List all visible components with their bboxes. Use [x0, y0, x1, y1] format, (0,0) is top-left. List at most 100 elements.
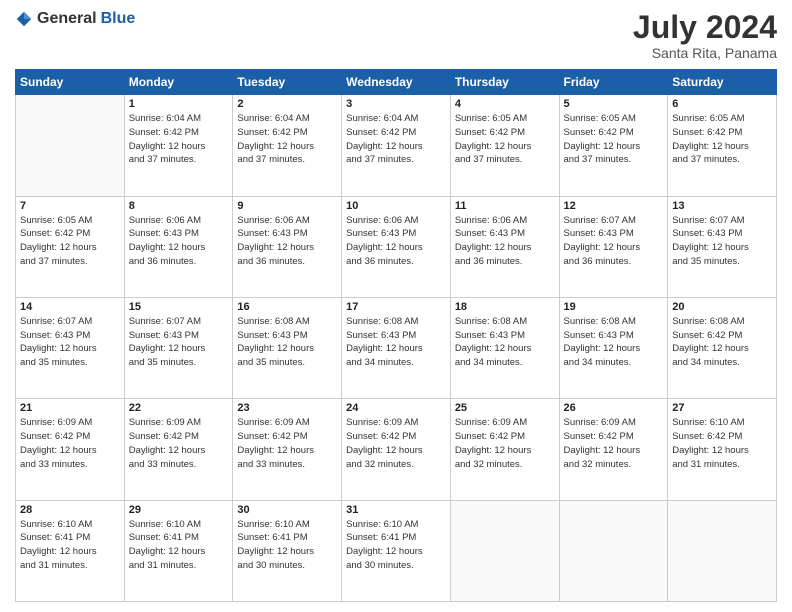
day-info: Sunrise: 6:08 AMSunset: 6:42 PMDaylight:…	[672, 315, 772, 370]
calendar-cell: 3Sunrise: 6:04 AMSunset: 6:42 PMDaylight…	[342, 95, 451, 196]
day-number: 10	[346, 200, 446, 212]
calendar-cell: 31 Sunrise: 6:10 AMSunset: 6:41 PMDayligh…	[342, 500, 451, 601]
day-number: 31	[346, 504, 446, 516]
day-info: Sunrise: 6:10 AMSunset: 6:41 PMDaylight:…	[20, 518, 120, 573]
calendar-cell: 23 Sunrise: 6:09 AMSunset: 6:42 PMDayligh…	[233, 399, 342, 500]
calendar-cell: 2 Sunrise: 6:04 AMSunset: 6:42 PMDaylight…	[233, 95, 342, 196]
day-number: 9	[237, 200, 337, 212]
day-number: 4	[455, 98, 555, 110]
day-info: Sunrise: 6:10 AMSunset: 6:41 PMDaylight:…	[237, 518, 337, 573]
logo-general: General	[37, 10, 97, 28]
day-info: Sunrise: 6:06 AMSunset: 6:43 PMDaylight:…	[455, 214, 555, 269]
day-info: Sunrise: 6:08 AMSunset: 6:43 PMDaylight:…	[564, 315, 664, 370]
day-number: 1	[129, 98, 229, 110]
day-info: Sunrise: 6:09 AMSunset: 6:42 PMDaylight:…	[20, 416, 120, 471]
day-number: 18	[455, 301, 555, 313]
day-number: 2	[237, 98, 337, 110]
calendar-cell	[559, 500, 668, 601]
calendar-cell: 29 Sunrise: 6:10 AMSunset: 6:41 PMDayligh…	[124, 500, 233, 601]
calendar-cell: 10 Sunrise: 6:06 AMSunset: 6:43 PMDayligh…	[342, 196, 451, 297]
calendar-cell: 11 Sunrise: 6:06 AMSunset: 6:43 PMDayligh…	[450, 196, 559, 297]
day-number: 24	[346, 402, 446, 414]
day-header-thursday: Thursday	[450, 70, 559, 95]
calendar-cell	[668, 500, 777, 601]
day-info: Sunrise: 6:09 AMSunset: 6:42 PMDaylight:…	[129, 416, 229, 471]
day-number: 28	[20, 504, 120, 516]
day-number: 14	[20, 301, 120, 313]
calendar-cell: 27Sunrise: 6:10 AMSunset: 6:42 PMDayligh…	[668, 399, 777, 500]
day-info: Sunrise: 6:05 AMSunset: 6:42 PMDaylight:…	[564, 112, 664, 167]
day-info: Sunrise: 6:05 AMSunset: 6:42 PMDaylight:…	[672, 112, 772, 167]
day-info: Sunrise: 6:10 AMSunset: 6:42 PMDaylight:…	[672, 416, 772, 471]
day-header-friday: Friday	[559, 70, 668, 95]
location: Santa Rita, Panama	[633, 45, 777, 61]
calendar-cell: 22Sunrise: 6:09 AMSunset: 6:42 PMDayligh…	[124, 399, 233, 500]
day-number: 23	[237, 402, 337, 414]
calendar-cell: 21 Sunrise: 6:09 AMSunset: 6:42 PMDayligh…	[16, 399, 125, 500]
day-info: Sunrise: 6:09 AMSunset: 6:42 PMDaylight:…	[455, 416, 555, 471]
logo-blue: Blue	[101, 10, 136, 28]
calendar-week-2: 7 Sunrise: 6:05 AMSunset: 6:42 PMDaylight…	[16, 196, 777, 297]
day-number: 21	[20, 402, 120, 414]
day-number: 30	[237, 504, 337, 516]
calendar-cell	[450, 500, 559, 601]
day-number: 29	[129, 504, 229, 516]
day-number: 3	[346, 98, 446, 110]
day-info: Sunrise: 6:09 AMSunset: 6:42 PMDaylight:…	[346, 416, 446, 471]
day-info: Sunrise: 6:09 AMSunset: 6:42 PMDaylight:…	[237, 416, 337, 471]
day-header-monday: Monday	[124, 70, 233, 95]
calendar-cell: 15Sunrise: 6:07 AMSunset: 6:43 PMDayligh…	[124, 297, 233, 398]
calendar-cell: 13Sunrise: 6:07 AMSunset: 6:43 PMDayligh…	[668, 196, 777, 297]
day-info: Sunrise: 6:05 AMSunset: 6:42 PMDaylight:…	[20, 214, 120, 269]
calendar-cell: 14Sunrise: 6:07 AMSunset: 6:43 PMDayligh…	[16, 297, 125, 398]
day-info: Sunrise: 6:06 AMSunset: 6:43 PMDaylight:…	[346, 214, 446, 269]
calendar-cell: 9 Sunrise: 6:06 AMSunset: 6:43 PMDaylight…	[233, 196, 342, 297]
day-info: Sunrise: 6:08 AMSunset: 6:43 PMDaylight:…	[237, 315, 337, 370]
day-info: Sunrise: 6:10 AMSunset: 6:41 PMDaylight:…	[129, 518, 229, 573]
month-year: July 2024	[633, 10, 777, 45]
calendar-week-4: 21 Sunrise: 6:09 AMSunset: 6:42 PMDayligh…	[16, 399, 777, 500]
day-info: Sunrise: 6:07 AMSunset: 6:43 PMDaylight:…	[564, 214, 664, 269]
calendar-week-3: 14Sunrise: 6:07 AMSunset: 6:43 PMDayligh…	[16, 297, 777, 398]
calendar-cell: 1Sunrise: 6:04 AMSunset: 6:42 PMDaylight…	[124, 95, 233, 196]
day-number: 5	[564, 98, 664, 110]
calendar-week-5: 28 Sunrise: 6:10 AMSunset: 6:41 PMDayligh…	[16, 500, 777, 601]
calendar-cell: 5 Sunrise: 6:05 AMSunset: 6:42 PMDaylight…	[559, 95, 668, 196]
day-header-saturday: Saturday	[668, 70, 777, 95]
calendar-header-row: SundayMondayTuesdayWednesdayThursdayFrid…	[16, 70, 777, 95]
day-number: 12	[564, 200, 664, 212]
day-number: 11	[455, 200, 555, 212]
day-info: Sunrise: 6:08 AMSunset: 6:43 PMDaylight:…	[455, 315, 555, 370]
day-info: Sunrise: 6:04 AMSunset: 6:42 PMDaylight:…	[237, 112, 337, 167]
calendar-cell: 24 Sunrise: 6:09 AMSunset: 6:42 PMDayligh…	[342, 399, 451, 500]
day-number: 15	[129, 301, 229, 313]
day-header-wednesday: Wednesday	[342, 70, 451, 95]
calendar-cell: 18 Sunrise: 6:08 AMSunset: 6:43 PMDayligh…	[450, 297, 559, 398]
day-number: 7	[20, 200, 120, 212]
calendar-cell: 20Sunrise: 6:08 AMSunset: 6:42 PMDayligh…	[668, 297, 777, 398]
day-info: Sunrise: 6:06 AMSunset: 6:43 PMDaylight:…	[237, 214, 337, 269]
calendar-cell: 19Sunrise: 6:08 AMSunset: 6:43 PMDayligh…	[559, 297, 668, 398]
calendar-cell: 26 Sunrise: 6:09 AMSunset: 6:42 PMDayligh…	[559, 399, 668, 500]
calendar-cell: 7 Sunrise: 6:05 AMSunset: 6:42 PMDaylight…	[16, 196, 125, 297]
day-number: 26	[564, 402, 664, 414]
day-info: Sunrise: 6:08 AMSunset: 6:43 PMDaylight:…	[346, 315, 446, 370]
day-header-sunday: Sunday	[16, 70, 125, 95]
day-info: Sunrise: 6:06 AMSunset: 6:43 PMDaylight:…	[129, 214, 229, 269]
calendar-cell: 6 Sunrise: 6:05 AMSunset: 6:42 PMDaylight…	[668, 95, 777, 196]
calendar-cell	[16, 95, 125, 196]
header: General Blue July 2024 Santa Rita, Panam…	[15, 10, 777, 61]
calendar-cell: 8 Sunrise: 6:06 AMSunset: 6:43 PMDaylight…	[124, 196, 233, 297]
day-info: Sunrise: 6:07 AMSunset: 6:43 PMDaylight:…	[672, 214, 772, 269]
calendar-week-1: 1 Sunrise: 6:04 AMSunset: 6:42 PMDaylight…	[16, 95, 777, 196]
title-block: July 2024 Santa Rita, Panama	[633, 10, 777, 61]
calendar-cell: 30 Sunrise: 6:10 AMSunset: 6:41 PMDayligh…	[233, 500, 342, 601]
day-number: 8	[129, 200, 229, 212]
day-header-tuesday: Tuesday	[233, 70, 342, 95]
page: General Blue July 2024 Santa Rita, Panam…	[0, 0, 792, 612]
calendar: SundayMondayTuesdayWednesdayThursdayFrid…	[15, 69, 777, 602]
day-info: Sunrise: 6:05 AMSunset: 6:42 PMDaylight:…	[455, 112, 555, 167]
day-number: 6	[672, 98, 772, 110]
day-info: Sunrise: 6:10 AMSunset: 6:41 PMDaylight:…	[346, 518, 446, 573]
day-info: Sunrise: 6:09 AMSunset: 6:42 PMDaylight:…	[564, 416, 664, 471]
